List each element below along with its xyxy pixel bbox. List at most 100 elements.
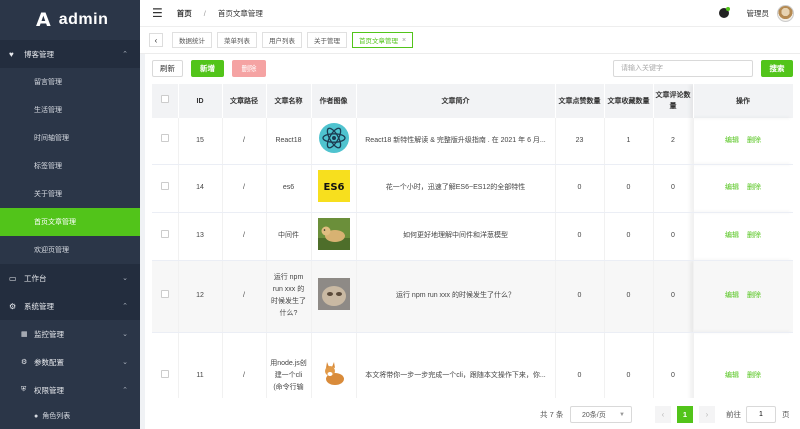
breadcrumb-separator: /: [203, 8, 206, 18]
header-name: 文章名称: [266, 84, 312, 118]
cell-comments: 0: [653, 164, 694, 213]
search-button[interactable]: 搜索: [761, 60, 793, 77]
cell-intro: 如何更好地理解中间件和洋葱模型: [356, 212, 556, 261]
breadcrumb-home[interactable]: 首页: [177, 8, 192, 19]
tag-about[interactable]: 关于管理: [307, 32, 347, 48]
cell-name: 用node.js创建一个cli (命令行输: [266, 332, 312, 398]
delete-link[interactable]: 删除: [747, 184, 761, 191]
table-row: 15 / React18 React18 新特性解读 & 完整版升级指南 . 在…: [152, 118, 793, 165]
logo[interactable]: A admin: [0, 0, 140, 40]
menu-group-blog[interactable]: ♥ 博客管理 ⌃: [0, 40, 140, 68]
page-number-current[interactable]: 1: [677, 406, 693, 423]
checkbox[interactable]: [160, 229, 169, 238]
delete-link[interactable]: 删除: [747, 232, 761, 239]
chevron-down-icon: ⌄: [122, 359, 128, 366]
checkbox[interactable]: [160, 181, 169, 190]
sidebar-item-timeline[interactable]: 时间轴管理: [0, 124, 140, 152]
cell-id: 11: [178, 332, 223, 398]
edit-link[interactable]: 编辑: [725, 137, 739, 144]
sidebar-item-welcome[interactable]: 欢迎页管理: [0, 236, 140, 264]
checkbox[interactable]: [160, 369, 169, 378]
cell-path: /: [222, 212, 267, 261]
menu-group-label: 博客管理: [24, 49, 54, 59]
cell-id: 15: [178, 118, 223, 165]
cell-id: 14: [178, 164, 223, 213]
prev-page-button[interactable]: ‹: [655, 406, 671, 423]
page-size-value: 20条/页: [582, 411, 606, 419]
sub-item-label: 角色列表: [42, 413, 71, 420]
cell-path: /: [222, 164, 267, 213]
corgi-photo-image: [317, 357, 350, 390]
search-input[interactable]: [613, 60, 753, 77]
checkbox[interactable]: [160, 95, 169, 103]
gear-icon: ⚙: [21, 359, 28, 366]
pagination: 共 7 条 20条/页 ▼ ‹ 1 › 前往 页: [145, 405, 800, 425]
goto-unit-label: 页: [782, 410, 790, 419]
edit-link[interactable]: 编辑: [725, 292, 739, 299]
edit-link[interactable]: 编辑: [725, 232, 739, 239]
hamburger-icon[interactable]: ☰: [152, 6, 163, 20]
edit-link[interactable]: 编辑: [725, 372, 739, 379]
breadcrumb-current: 首页文章管理: [217, 8, 263, 18]
sidebar-item-life[interactable]: 生活管理: [0, 96, 140, 124]
header-right: 管理员: [718, 4, 800, 22]
cell-collects: 0: [604, 164, 654, 213]
cell-image: [311, 332, 357, 398]
goto-page-input[interactable]: [746, 406, 776, 423]
cell-id: 13: [178, 212, 223, 261]
back-arrow-icon[interactable]: ‹: [149, 33, 163, 47]
close-icon[interactable]: ×: [402, 37, 406, 44]
sidebar-item-permission[interactable]: ⛨ 权限管理 ⌃: [0, 376, 140, 404]
cell-collects: 1: [604, 118, 654, 165]
sidebar-item-params[interactable]: ⚙ 参数配置 ⌄: [0, 348, 140, 376]
delete-link[interactable]: 删除: [747, 372, 761, 379]
sidebar-item-home-articles[interactable]: 首页文章管理: [0, 208, 140, 236]
chevron-down-icon: ⌄: [122, 331, 128, 338]
page-size-select[interactable]: 20条/页 ▼: [570, 406, 632, 423]
cell-likes: 0: [555, 212, 605, 261]
chevron-up-icon: ⌃: [122, 303, 128, 310]
cell-name: 运行 npm run xxx 的时候发生了什么?: [266, 260, 312, 333]
delete-link[interactable]: 删除: [747, 137, 761, 144]
cell-image: [311, 260, 357, 333]
react-logo-image: [317, 122, 350, 155]
chevron-down-icon: ▼: [619, 411, 625, 418]
tag-home-articles[interactable]: 首页文章管理 ×: [352, 32, 414, 48]
avatar[interactable]: [777, 4, 794, 22]
cell-collects: 0: [604, 212, 654, 261]
edit-link[interactable]: 编辑: [725, 184, 739, 191]
cell-name: 中间件: [266, 212, 312, 261]
app-name: admin: [58, 11, 109, 28]
cell-actions: 编辑 删除: [693, 332, 793, 398]
add-button[interactable]: 新增: [191, 60, 224, 77]
dog-photo-image: [317, 217, 350, 250]
sidebar-item-roles[interactable]: ● 角色列表: [0, 404, 140, 428]
checkbox[interactable]: [160, 289, 169, 298]
sidebar-item-messages[interactable]: 留言管理: [0, 68, 140, 96]
cell-actions: 编辑 删除: [693, 118, 793, 165]
toolbar: 刷新 新增 删除 搜索: [152, 60, 800, 78]
article-table: ID 文章路径 文章名称 作者图像 文章简介 文章点赞数量 文章收藏数量 文章评…: [152, 84, 793, 398]
header-intro: 文章简介: [356, 84, 556, 118]
table-header-row: ID 文章路径 文章名称 作者图像 文章简介 文章点赞数量 文章收藏数量 文章评…: [152, 84, 793, 118]
sidebar-item-monitor[interactable]: ▦ 监控管理 ⌄: [0, 320, 140, 348]
tag-user-list[interactable]: 用户列表: [262, 32, 302, 48]
refresh-button[interactable]: 刷新: [152, 60, 183, 77]
checkbox[interactable]: [160, 134, 169, 143]
user-name[interactable]: 管理员: [747, 8, 770, 19]
delete-button[interactable]: 删除: [232, 60, 266, 77]
cell-id: 12: [178, 260, 223, 333]
menu-group-system[interactable]: ⚙ 系统管理 ⌃: [0, 292, 140, 320]
menu-group-workbench[interactable]: ▭ 工作台 ⌄: [0, 264, 140, 292]
cell-name: es6: [266, 164, 312, 213]
next-page-button[interactable]: ›: [699, 406, 715, 423]
delete-link[interactable]: 删除: [747, 292, 761, 299]
header-select-all[interactable]: [152, 84, 179, 118]
bug-icon[interactable]: [718, 7, 730, 18]
cell-image: [311, 212, 357, 261]
sidebar-item-about[interactable]: 关于管理: [0, 180, 140, 208]
tag-menu-list[interactable]: 菜单列表: [217, 32, 257, 48]
top-header: ☰ 首页 / 首页文章管理 管理员: [140, 0, 800, 27]
sidebar-item-tags[interactable]: 标签管理: [0, 152, 140, 180]
tag-stats[interactable]: 数据统计: [172, 32, 212, 48]
